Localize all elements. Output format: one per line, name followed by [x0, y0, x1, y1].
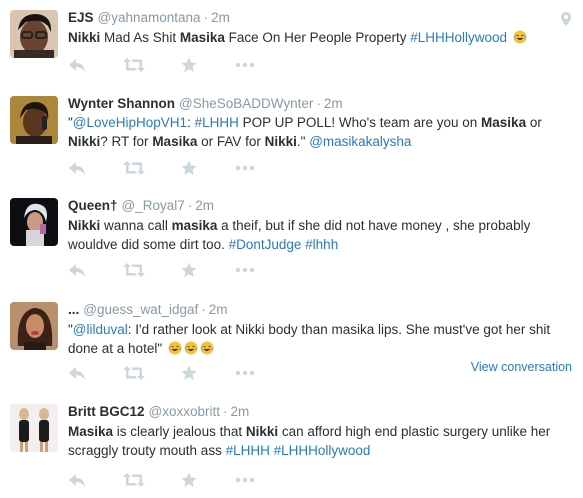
more-icon[interactable] — [235, 160, 257, 178]
tweet[interactable]: Britt BGC12 @xoxxobritt · 2m Masika is clea… — [0, 392, 583, 498]
timestamp[interactable]: 2m — [231, 404, 250, 419]
retweet-icon[interactable] — [123, 365, 145, 383]
highlighted-keyword: Nikki — [68, 134, 101, 149]
laughing-emoji-icon — [513, 30, 527, 44]
retweet-icon[interactable] — [123, 262, 145, 280]
laughing-emoji-icon — [200, 341, 214, 355]
mention-link[interactable]: @LoveHipHopVH1 — [73, 115, 187, 130]
tweet-text-fragment: or FAV for — [197, 134, 265, 149]
timestamp[interactable]: 2m — [209, 302, 228, 317]
star-icon[interactable] — [181, 57, 203, 75]
tweet-text-fragment: : I'd rather look at Nikki body than mas… — [68, 322, 551, 356]
highlighted-keyword: Nikki — [68, 30, 101, 45]
tweet-text: Nikki wanna call masika a theif, but if … — [68, 216, 573, 254]
reply-icon[interactable] — [68, 365, 90, 383]
reply-icon[interactable] — [68, 262, 90, 280]
username[interactable]: @_Royal7 — [122, 198, 185, 213]
retweet-icon[interactable] — [123, 160, 145, 178]
separator-dot: · — [203, 10, 209, 25]
username[interactable]: @SheSoBADDWynter — [179, 96, 313, 111]
tweet-text-fragment: : — [187, 115, 195, 130]
tweet[interactable]: EJS @yahnamontana · 2m Nikki Mad As Shit Ma… — [0, 0, 583, 87]
tweet[interactable]: ... @guess_wat_idgaf · 2m "@lilduval: I'd r… — [0, 289, 583, 393]
hashtag-link[interactable]: #DontJudge — [229, 237, 302, 252]
avatar[interactable] — [10, 302, 58, 350]
separator-dot: · — [187, 198, 193, 213]
display-name[interactable]: EJS — [68, 10, 94, 25]
star-icon[interactable] — [181, 262, 203, 280]
avatar[interactable] — [10, 10, 58, 58]
highlighted-keyword: Nikki — [68, 218, 101, 233]
hashtag-link[interactable]: #LHHHollywood — [274, 443, 371, 458]
tweet-text: "@LoveHipHopVH1: #LHHH POP UP POLL! Who'… — [68, 113, 573, 151]
retweet-icon[interactable] — [123, 472, 145, 490]
tweet-text-fragment: ." — [296, 134, 310, 149]
reply-icon[interactable] — [68, 472, 90, 490]
laughing-emoji-icon — [168, 341, 182, 355]
display-name[interactable]: ... — [68, 302, 79, 317]
hashtag-link[interactable]: #lhhh — [305, 237, 338, 252]
retweet-icon[interactable] — [123, 57, 145, 75]
tweet-text-fragment: Mad As Shit — [100, 30, 180, 45]
tweet-text: Masika is clearly jealous that Nikki can… — [68, 422, 573, 460]
tweet-text-fragment: wanna call — [100, 218, 172, 233]
tweet-text-fragment: is clearly jealous that — [113, 424, 246, 439]
view-conversation-link[interactable]: View conversation — [471, 360, 572, 374]
reply-icon[interactable] — [68, 160, 90, 178]
display-name[interactable]: Wynter Shannon — [68, 96, 175, 111]
highlighted-keyword: Nikki — [245, 424, 279, 439]
display-name[interactable]: Britt BGC12 — [68, 404, 145, 419]
tweet-text-fragment: Face On Her People Property — [224, 30, 411, 45]
star-icon[interactable] — [181, 160, 203, 178]
hashtag-link[interactable]: #LHHH — [226, 443, 270, 458]
more-icon[interactable] — [235, 472, 257, 490]
avatar[interactable] — [10, 404, 58, 452]
tweet-text: "@lilduval: I'd rather look at Nikki bod… — [68, 320, 573, 358]
mention-link[interactable]: @lilduval — [73, 322, 128, 337]
mention-link[interactable]: @masikakalysha — [309, 134, 411, 149]
username[interactable]: @yahnamontana — [98, 10, 201, 25]
more-icon[interactable] — [235, 57, 257, 75]
reply-icon[interactable] — [68, 57, 90, 75]
timestamp[interactable]: 2m — [211, 10, 230, 25]
tweet-text-fragment: POP UP POLL! Who's team are you on — [238, 115, 482, 130]
separator-dot: · — [316, 96, 321, 111]
star-icon[interactable] — [181, 365, 203, 383]
separator-dot: · — [223, 404, 228, 419]
more-icon[interactable] — [235, 262, 257, 280]
tweet-text-fragment: or — [526, 115, 542, 130]
laughing-emoji-icon — [184, 341, 198, 355]
username[interactable]: @guess_wat_idgaf — [83, 302, 198, 317]
tweet-text-fragment: ? RT for — [100, 134, 153, 149]
highlighted-keyword: Masika — [68, 424, 114, 439]
more-icon[interactable] — [235, 365, 257, 383]
highlighted-keyword: Masika — [179, 30, 225, 45]
avatar[interactable] — [10, 96, 58, 144]
tweet-text-fragment — [507, 30, 511, 45]
username[interactable]: @xoxxobritt — [149, 404, 220, 419]
separator-dot: · — [201, 302, 206, 317]
timestamp[interactable]: 2m — [324, 96, 343, 111]
tweet-text: Nikki Mad As Shit Masika Face On Her Peo… — [68, 28, 573, 47]
timestamp[interactable]: 2m — [195, 198, 214, 213]
highlighted-keyword: Masika — [152, 134, 198, 149]
display-name[interactable]: Queen† — [68, 198, 118, 213]
highlighted-keyword: Masika — [481, 115, 527, 130]
hashtag-link[interactable]: #LHHHollywood — [410, 30, 507, 45]
tweet[interactable]: Wynter Shannon @SheSoBADDWynter · 2m "@Love… — [0, 86, 583, 187]
highlighted-keyword: Nikki — [264, 134, 297, 149]
highlighted-keyword: masika — [171, 218, 218, 233]
avatar[interactable] — [10, 198, 58, 246]
location-icon[interactable] — [561, 12, 571, 26]
tweet[interactable]: Queen† @_Royal7 · 2m Nikki wanna call masik… — [0, 186, 583, 290]
hashtag-link[interactable]: #LHHH — [195, 115, 239, 130]
star-icon[interactable] — [181, 472, 203, 490]
